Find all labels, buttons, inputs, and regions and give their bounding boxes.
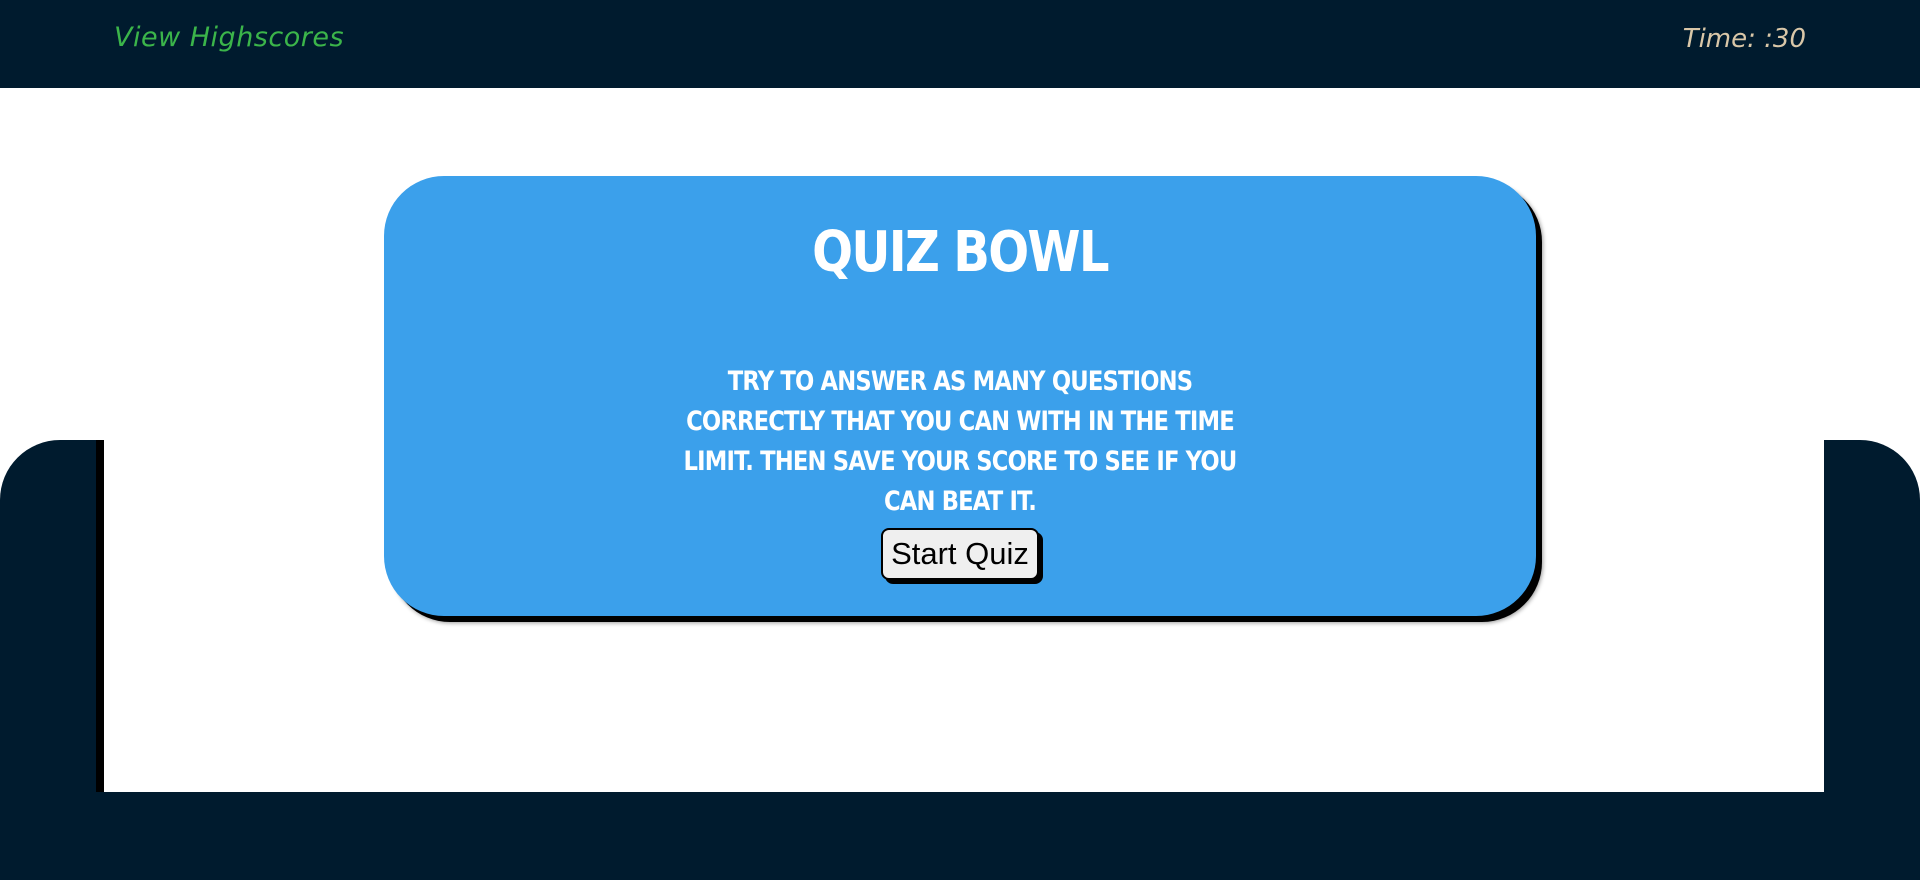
- quiz-page: View Highscores Time: :30 Quiz Bowl Try …: [0, 0, 1920, 880]
- view-highscores-link[interactable]: View Highscores: [114, 22, 344, 53]
- quiz-title: Quiz Bowl: [812, 220, 1109, 285]
- quiz-intro-card: Quiz Bowl Try to answer as many question…: [384, 176, 1536, 616]
- start-quiz-button[interactable]: Start Quiz: [881, 528, 1039, 580]
- quiz-instructions: Try to answer as many questions correctl…: [683, 366, 1238, 517]
- timer-display: Time: :30: [1682, 24, 1806, 54]
- top-nav-bar: View Highscores Time: :30: [0, 0, 1920, 88]
- bottom-frame-bar: [0, 792, 1920, 880]
